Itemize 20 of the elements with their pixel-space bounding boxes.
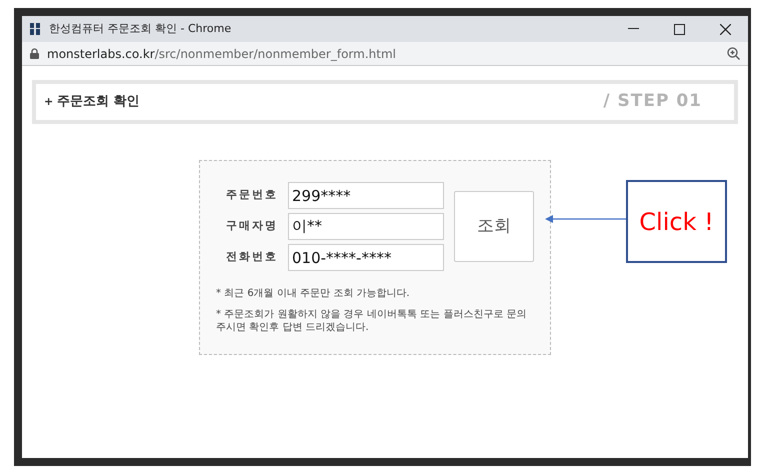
input-field[interactable]: 이** <box>288 213 444 240</box>
field-label: 주문번호 <box>225 187 279 204</box>
field-label: 구매자명 <box>225 218 279 234</box>
field-label: 전화번호 <box>225 249 279 266</box>
zoom-icon[interactable] <box>727 47 740 60</box>
minimize-icon <box>628 28 638 30</box>
bullet-icon: + <box>44 94 54 110</box>
click-callout: Click ! <box>626 180 727 263</box>
input-field[interactable]: 299**** <box>288 182 444 209</box>
window-title: 한성컴퓨터 주문조회 확인 - Chrome <box>49 20 232 37</box>
app-icon <box>30 23 41 35</box>
lock-icon <box>30 48 39 59</box>
input-field[interactable]: 010-****-**** <box>288 244 444 271</box>
close-icon <box>720 24 730 34</box>
notice-text: * 주문조회가 원활하지 않을 경우 네이버톡톡 또는 플러스친구로 문의주시면 확인후 답변 드리겠습니다. <box>216 308 528 334</box>
notice-text: * 최근 6개월 이내 주문만 조회 가능합니다. <box>216 287 411 300</box>
maximize-icon <box>674 24 684 34</box>
step-label: / STEP 01 <box>603 90 702 114</box>
search-button[interactable]: 조회 <box>454 191 534 262</box>
page-title: 주문조회 확인 <box>57 93 140 112</box>
